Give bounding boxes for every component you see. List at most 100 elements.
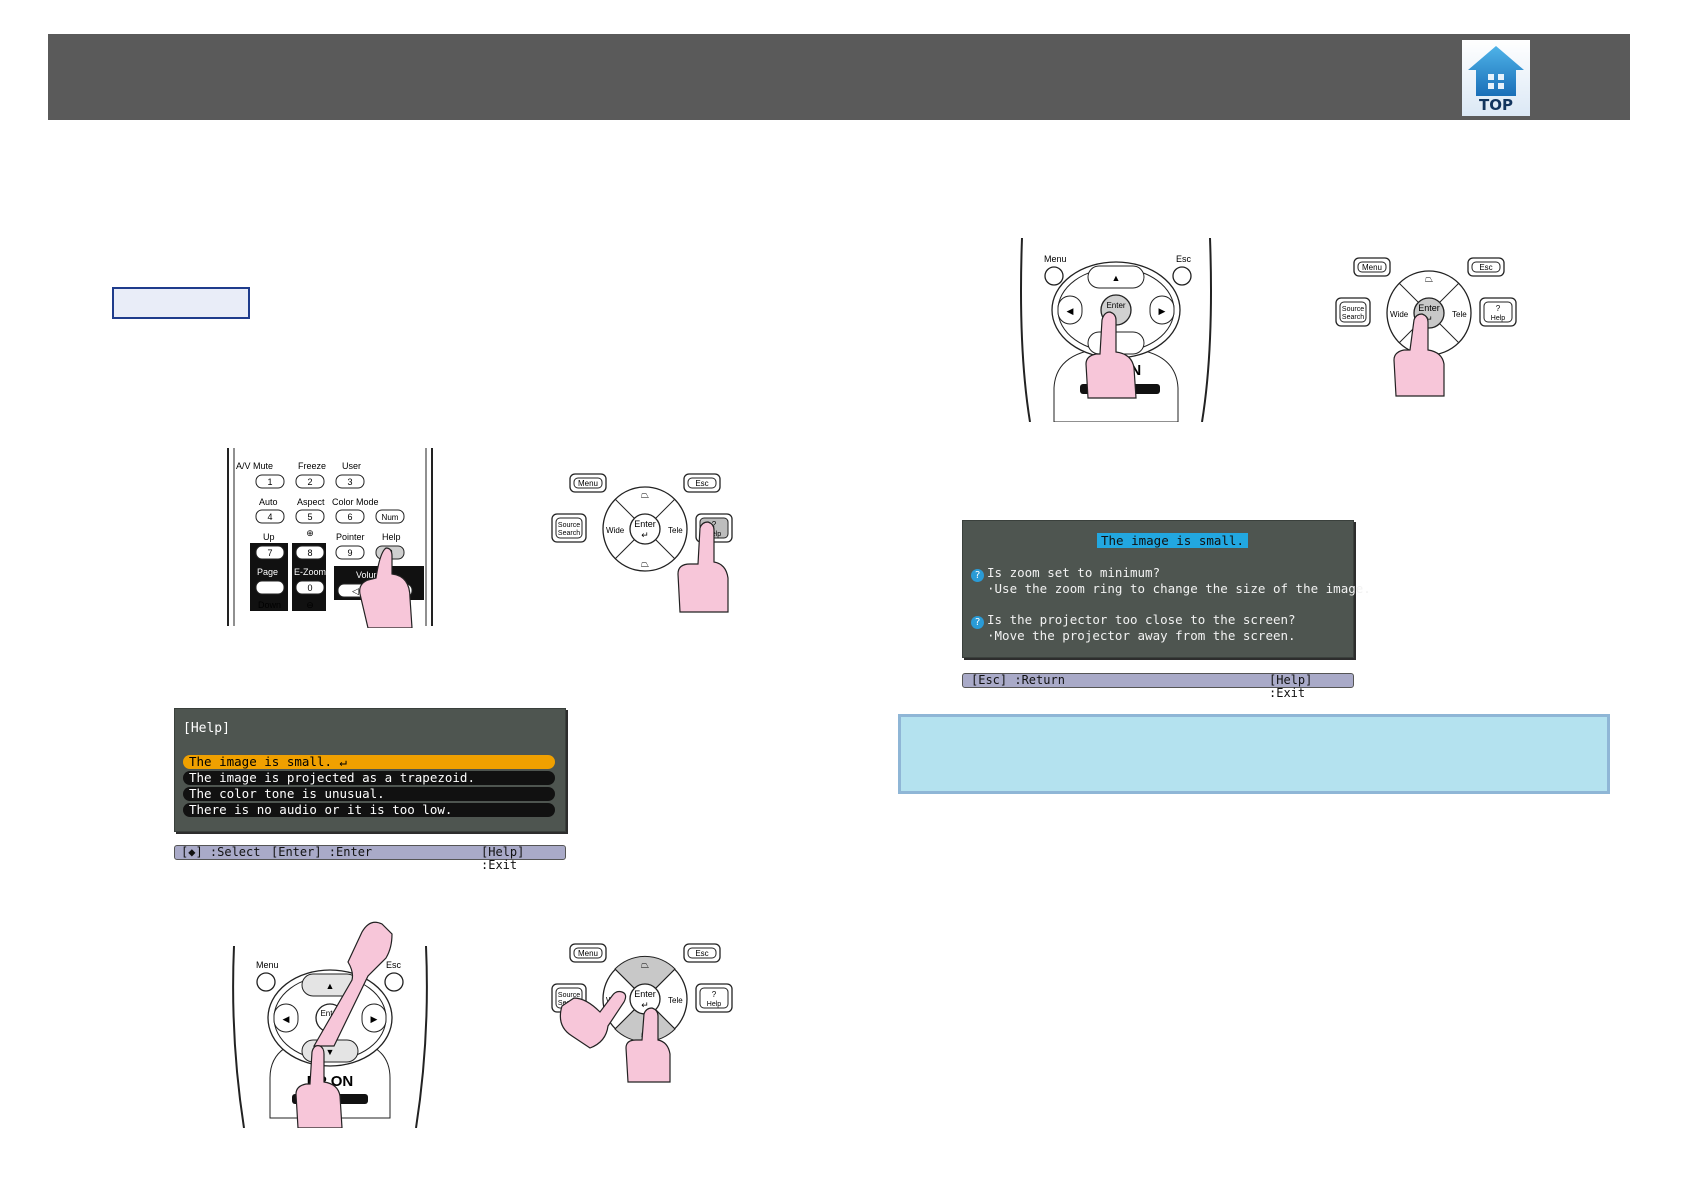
help-detail-q1: ? Is zoom set to minimum? [971, 565, 1160, 582]
svg-text:Source: Source [558, 522, 580, 529]
label-menu: Menu [1044, 254, 1067, 264]
top-label: TOP [1479, 96, 1513, 114]
svg-text:Source: Source [1342, 306, 1364, 313]
label-down: Down [258, 600, 281, 610]
svg-text:3: 3 [347, 477, 352, 487]
svg-text:Search: Search [558, 530, 580, 537]
label-auto: Auto [259, 497, 278, 507]
up-arrow-icon: ▲ [326, 981, 335, 991]
key-0[interactable]: 0 [295, 580, 325, 595]
svg-text:Help: Help [1491, 315, 1506, 322]
panel-enter-figure: Menu Esc ⏢ Wide Tele Enter↵ SourceSearch… [1335, 257, 1517, 397]
status-return: [Esc] :Return [971, 673, 1065, 687]
svg-text:1: 1 [267, 477, 272, 487]
svg-text:Esc: Esc [695, 479, 708, 488]
key-5[interactable]: 5 [295, 509, 325, 524]
question-icon: ? [971, 569, 984, 582]
label-pointer: Pointer [336, 532, 365, 542]
label-menu: Menu [256, 960, 279, 970]
header-bar [48, 34, 1630, 120]
remote-enter-figure: Menu Esc ▲ ◀ ▶ Enter ON [1020, 238, 1212, 422]
help-detail-title: The image is small. [1097, 533, 1248, 548]
menu-key[interactable] [1044, 266, 1064, 286]
status-select: [◆] :Select [181, 845, 261, 859]
key-num[interactable]: Num [375, 509, 405, 524]
esc-key[interactable] [1172, 266, 1192, 286]
procedure-tab[interactable] [112, 287, 250, 319]
key-6[interactable]: 6 [335, 509, 365, 524]
status-enter: [Enter] :Enter [271, 845, 373, 859]
remote-help-figure: A/V Mute Freeze User 1 2 3 Auto Aspect C… [227, 448, 433, 628]
status-exit: [Help] :Exit [1269, 673, 1313, 700]
panel-enter-button[interactable]: Enter↵ [629, 513, 661, 545]
key-4[interactable]: 4 [255, 509, 285, 524]
key-8[interactable]: 8 [295, 545, 325, 560]
label-tele: Tele [668, 996, 683, 1005]
label-help: Help [382, 532, 401, 542]
label-user: User [342, 461, 361, 471]
svg-text:6: 6 [347, 512, 352, 522]
label-esc: Esc [1176, 254, 1192, 264]
help-item-3[interactable]: The color tone is unusual. [183, 787, 555, 801]
label-aspect: Aspect [297, 497, 325, 507]
enter-icon: ↵ [339, 754, 348, 769]
finger-icon [359, 547, 413, 628]
key-2[interactable]: 2 [295, 474, 325, 489]
svg-text:Enter: Enter [634, 519, 656, 529]
help-menu-title: [Help] [183, 721, 230, 736]
svg-text:2: 2 [307, 477, 312, 487]
label-tele: Tele [1452, 310, 1467, 319]
keystone-up-icon: ⏢ [641, 960, 649, 971]
panel-menu-button[interactable]: Menu [1353, 257, 1391, 277]
panel-help-button[interactable]: ? Help [695, 983, 733, 1013]
key-7[interactable]: 7 [255, 545, 285, 560]
label-page: Page [257, 567, 278, 577]
question-icon: ? [971, 616, 984, 629]
keystone-down-icon: ⏢ [641, 559, 649, 570]
help-item-2[interactable]: The image is projected as a trapezoid. [183, 771, 555, 785]
key-3[interactable]: 3 [335, 474, 365, 489]
panel-source-search-button[interactable]: SourceSearch [551, 513, 587, 543]
down-arrow-icon: ▼ [326, 1047, 335, 1057]
panel-esc-button[interactable]: Esc [683, 943, 721, 963]
label-tele: Tele [668, 526, 683, 535]
left-arrow-icon: ◀ [283, 1014, 290, 1024]
svg-text:5: 5 [307, 512, 312, 522]
key-page[interactable] [255, 580, 285, 595]
panel-menu-button[interactable]: Menu [569, 943, 607, 963]
key-1[interactable]: 1 [255, 474, 285, 489]
svg-text:Help: Help [707, 1001, 722, 1008]
keystone-up-icon: ⏢ [641, 490, 649, 501]
svg-text:Esc: Esc [695, 949, 708, 958]
top-button[interactable]: TOP [1462, 40, 1530, 116]
label-color-mode: Color Mode [332, 497, 379, 507]
esc-key[interactable] [384, 972, 404, 992]
right-arrow-icon: ▶ [371, 1014, 378, 1024]
help-item-4[interactable]: There is no audio or it is too low. [183, 803, 555, 817]
help-question-icon: ? [712, 990, 717, 999]
svg-text:↵: ↵ [641, 530, 649, 540]
key-9[interactable]: 9 [335, 545, 365, 560]
panel-select-figure: Menu Esc ⏢ ⏢ Wide Tele Enter↵ SourceSear… [551, 943, 733, 1083]
help-detail-status-bar: [Esc] :Return [Help] :Exit [962, 673, 1354, 700]
label-wide: Wide [1390, 310, 1409, 319]
svg-text:Enter: Enter [634, 989, 656, 999]
svg-text:Esc: Esc [1479, 263, 1492, 272]
label-freeze: Freeze [298, 461, 326, 471]
label-up: Up [263, 532, 275, 542]
svg-text:◁: ◁ [352, 586, 359, 596]
tip-box [898, 714, 1610, 794]
remote-select-figure: Menu Esc ▲ ▼ ◀ ▶ Enter EP ON [232, 921, 428, 1128]
panel-esc-button[interactable]: Esc [683, 473, 721, 493]
help-item-1[interactable]: The image is small. ↵ [183, 755, 555, 769]
panel-source-search-button[interactable]: SourceSearch [1335, 297, 1371, 327]
menu-key[interactable] [256, 972, 276, 992]
panel-help-button[interactable]: ? Help [1479, 297, 1517, 327]
svg-text:8: 8 [307, 548, 312, 558]
svg-text:Menu: Menu [578, 479, 598, 488]
zoom-out-icon: ⊖ [306, 600, 314, 610]
panel-esc-button[interactable]: Esc [1467, 257, 1505, 277]
panel-menu-button[interactable]: Menu [569, 473, 607, 493]
svg-text:Enter: Enter [1418, 303, 1440, 313]
help-menu-status-bar: [◆] :Select [Enter] :Enter [Help] :Exit [174, 845, 566, 872]
